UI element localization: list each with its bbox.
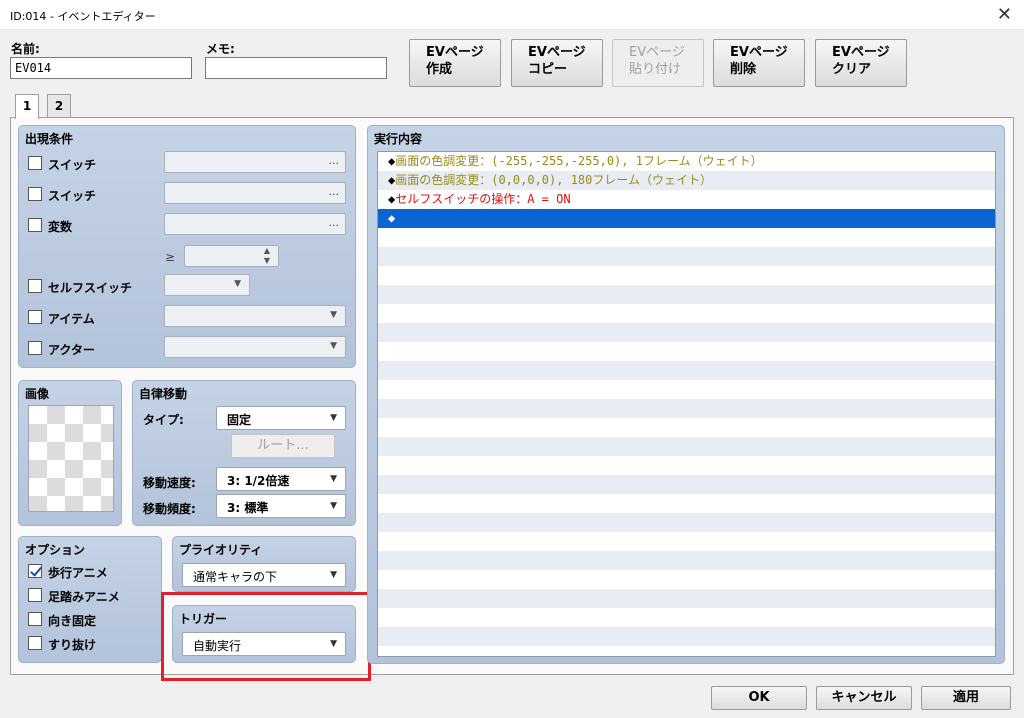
cancel-button[interactable]: キャンセル [816, 686, 912, 710]
chevron-down-icon: ▼ [330, 501, 337, 511]
name-label: 名前: [11, 42, 40, 56]
chevron-down-icon: ▼ [330, 474, 337, 484]
autonomous-title: 自律移動 [139, 387, 188, 401]
switch1-selector[interactable]: ... [164, 151, 346, 173]
ev-page-paste-line1: EVページ [629, 45, 685, 60]
switch1-label: スイッチ [48, 158, 97, 172]
ev-page-clear-button[interactable]: EVページ クリア [815, 39, 907, 87]
ge-symbol: ≥ [165, 250, 176, 264]
through-label: すり抜け [48, 638, 97, 652]
item-label: アイテム [48, 312, 95, 326]
event-image-preview[interactable] [28, 405, 114, 512]
window-title: ID:014 - イベントエディター [10, 10, 156, 23]
chevron-down-icon: ▼ [330, 310, 337, 320]
tab-page-2[interactable]: 2 [47, 94, 71, 118]
ev-page-clear-line2: クリア [832, 62, 872, 77]
chevron-down-icon: ▼ [330, 341, 337, 351]
self-switch-checkbox[interactable] [28, 279, 42, 293]
contents-title: 実行内容 [374, 132, 423, 146]
conditions-title: 出現条件 [25, 132, 74, 146]
command-text: 画面の色調変更：(0,0,0,0), 180フレーム（ウェイト） [395, 173, 713, 187]
variable-checkbox[interactable] [28, 218, 42, 232]
ev-page-paste-line2: 貼り付け [629, 62, 682, 77]
ev-page-create-button[interactable]: EVページ 作成 [409, 39, 501, 87]
actor-label: アクター [48, 343, 95, 357]
image-title: 画像 [25, 387, 50, 401]
trigger-highlight-box [161, 592, 371, 681]
movement-type-label: タイプ: [143, 413, 184, 427]
movement-speed-dropdown[interactable]: 3: 1/2倍速 ▼ [216, 467, 346, 491]
movement-type-dropdown[interactable]: 固定 ▼ [216, 406, 346, 430]
priority-dropdown[interactable]: 通常キャラの下 ▼ [182, 563, 346, 587]
movement-frequency-value: 3: 標準 [227, 501, 269, 515]
through-checkbox[interactable] [28, 636, 42, 650]
ev-page-copy-button[interactable]: EVページ コピー [511, 39, 603, 87]
close-icon[interactable]: ✕ [997, 4, 1012, 25]
movement-speed-value: 3: 1/2倍速 [227, 474, 290, 488]
stepping-anim-checkbox[interactable] [28, 588, 42, 602]
item-dropdown[interactable]: ▼ [164, 305, 346, 327]
movement-frequency-label: 移動頻度: [143, 502, 196, 516]
ev-page-copy-line1: EVページ [528, 45, 586, 60]
self-switch-dropdown[interactable]: ▼ [164, 274, 250, 296]
movement-speed-label: 移動速度: [143, 476, 196, 490]
priority-value: 通常キャラの下 [193, 570, 278, 584]
priority-title: プライオリティ [179, 543, 263, 557]
list-item[interactable]: ◆画面の色調変更：(-255,-255,-255,0), 1フレーム（ウェイト） [378, 152, 995, 171]
list-item[interactable]: ◆画面の色調変更：(0,0,0,0), 180フレーム（ウェイト） [378, 171, 995, 190]
ev-page-create-line2: 作成 [426, 62, 453, 77]
ev-page-delete-button[interactable]: EVページ 削除 [713, 39, 805, 87]
ev-page-create-line1: EVページ [426, 45, 484, 60]
list-item-selected[interactable]: ◆ [378, 209, 995, 228]
chevron-down-icon: ▼ [234, 279, 241, 289]
switch2-label: スイッチ [48, 189, 97, 203]
diamond-icon: ◆ [388, 211, 396, 225]
actor-dropdown[interactable]: ▼ [164, 336, 346, 358]
event-command-list[interactable]: ◆画面の色調変更：(-255,-255,-255,0), 1フレーム（ウェイト）… [377, 151, 996, 657]
walking-anim-label: 歩行アニメ [48, 566, 108, 580]
options-title: オプション [25, 543, 86, 557]
title-bar: ID:014 - イベントエディター ✕ [0, 0, 1024, 30]
walking-anim-checkbox[interactable] [28, 564, 42, 578]
movement-type-value: 固定 [227, 413, 252, 427]
self-switch-label: セルフスイッチ [48, 281, 133, 295]
ok-button[interactable]: OK [711, 686, 807, 710]
memo-input[interactable] [205, 57, 387, 79]
spinner-down-icon[interactable]: ▼ [264, 256, 270, 265]
ev-page-clear-line1: EVページ [832, 45, 890, 60]
switch2-checkbox[interactable] [28, 187, 42, 201]
movement-frequency-dropdown[interactable]: 3: 標準 ▼ [216, 494, 346, 518]
chevron-down-icon: ▼ [330, 413, 337, 423]
switch1-checkbox[interactable] [28, 156, 42, 170]
list-item[interactable]: ◆セルフスイッチの操作：A = ON [378, 190, 995, 209]
direction-fix-label: 向き固定 [48, 614, 97, 628]
spinner-up-icon[interactable]: ▲ [264, 246, 270, 255]
command-text: セルフスイッチの操作：A = ON [395, 192, 571, 206]
switch2-selector[interactable]: ... [164, 182, 346, 204]
variable-ellipsis: ... [328, 216, 340, 229]
name-input[interactable]: EV014 [10, 57, 192, 79]
switch1-ellipsis: ... [328, 154, 340, 167]
ev-page-delete-line2: 削除 [730, 62, 757, 77]
command-text: 画面の色調変更：(-255,-255,-255,0), 1フレーム（ウェイト） [395, 154, 763, 168]
memo-label: メモ: [206, 42, 235, 56]
variable-label: 変数 [48, 220, 73, 234]
actor-checkbox[interactable] [28, 341, 42, 355]
item-checkbox[interactable] [28, 310, 42, 324]
ev-page-delete-line1: EVページ [730, 45, 788, 60]
apply-button[interactable]: 適用 [921, 686, 1011, 710]
variable-selector[interactable]: ... [164, 213, 346, 235]
route-button[interactable]: ルート... [231, 434, 335, 458]
variable-value-spinner[interactable]: ▲ ▼ [184, 245, 279, 267]
switch2-ellipsis: ... [328, 185, 340, 198]
ev-page-paste-button[interactable]: EVページ 貼り付け [612, 39, 704, 87]
ev-page-copy-line2: コピー [528, 62, 568, 77]
tab-page-1[interactable]: 1 [15, 94, 39, 119]
direction-fix-checkbox[interactable] [28, 612, 42, 626]
chevron-down-icon: ▼ [330, 570, 337, 580]
stepping-anim-label: 足踏みアニメ [48, 590, 120, 604]
